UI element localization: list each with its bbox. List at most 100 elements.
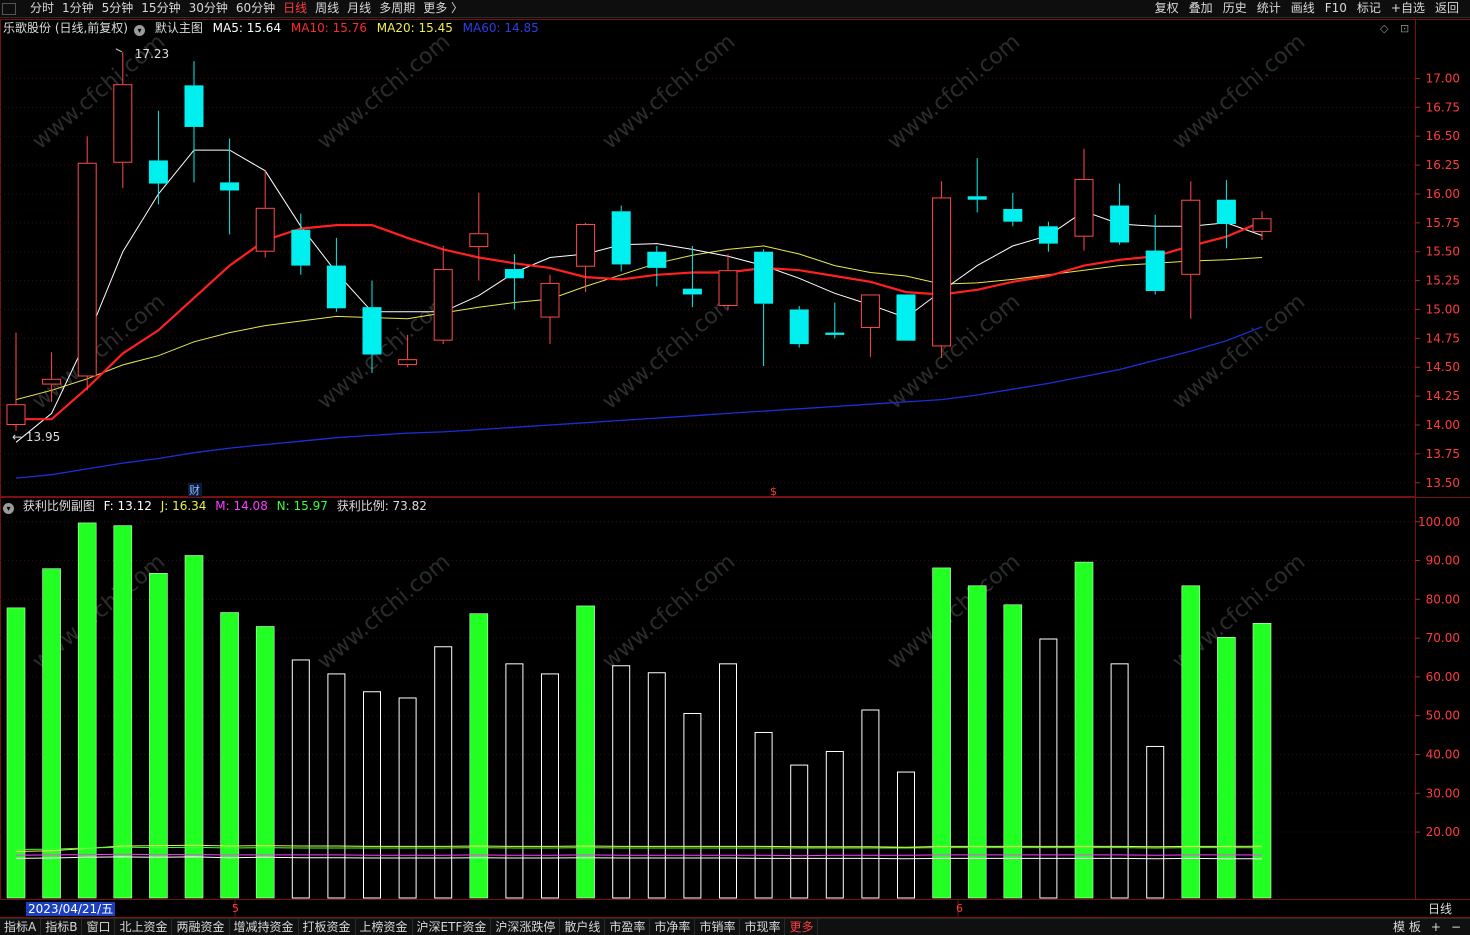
ma60-value: MA60: 14.85 [462, 21, 539, 35]
tool-button[interactable]: 标记 [1352, 0, 1386, 18]
period-tab[interactable]: 1分钟 [58, 0, 98, 18]
profit-bar [77, 522, 97, 899]
period-tab[interactable]: 多周期 [375, 0, 419, 18]
low-price-marker: ← 13.95 [12, 430, 60, 444]
tool-button[interactable]: 叠加 [1184, 0, 1218, 18]
profit-bar [1003, 604, 1023, 899]
tool-button[interactable]: 历史 [1218, 0, 1252, 18]
panel-grip-icon[interactable] [2, 3, 16, 15]
profit-bar [113, 525, 133, 899]
price-axis-label: 15.25 [1426, 274, 1460, 288]
candle-body-down [184, 85, 204, 127]
indicator-tab[interactable]: 两融资金 [172, 919, 230, 935]
candle-body-down [1038, 226, 1058, 244]
candle-body-up [113, 84, 133, 163]
candle-body-down [967, 196, 987, 200]
indicator-tab[interactable]: 市销率 [695, 919, 741, 935]
stock-title[interactable]: 乐歌股份 (日线,前复权) [3, 21, 128, 35]
profit-bar [6, 607, 26, 899]
price-axis-label: 16.75 [1426, 100, 1460, 114]
period-tab[interactable]: 5分钟 [98, 0, 138, 18]
indicator-tab[interactable]: 散户线 [560, 919, 606, 935]
tool-button[interactable]: +自选 [1386, 0, 1430, 18]
indicator-tab[interactable]: 市现率 [740, 919, 786, 935]
diamond-icon[interactable]: ◇ [1380, 22, 1388, 35]
indicator-tab[interactable]: 市盈率 [605, 919, 651, 935]
tool-button[interactable]: 画线 [1286, 0, 1320, 18]
period-tab[interactable]: 更多 〉 [419, 0, 467, 18]
high-arrow-icon [115, 48, 123, 53]
chart-corner-icons: ◇ ⊡ [1380, 22, 1417, 35]
indicator-tab[interactable]: 更多 [785, 919, 819, 935]
price-axis-label: 13.50 [1426, 476, 1460, 490]
candle-body-up [6, 404, 26, 425]
period-tabs: 分时 1分钟 5分钟 15分钟 30分钟 60分钟 日线 周线 月线 多周期 更多 〉 [26, 0, 467, 18]
candle-body-up [1252, 218, 1272, 233]
indicator-tab[interactable]: 打板资金 [299, 919, 356, 935]
profit-ratio-value: 获利比例: 73.82 [336, 499, 427, 513]
window-icon[interactable]: ⊡ [1400, 22, 1409, 35]
candle-body-up [77, 162, 97, 377]
candle-body-down [682, 288, 702, 295]
price-axis-label: 15.75 [1426, 216, 1460, 230]
candle-body-down [647, 251, 667, 268]
candle-body-down [220, 182, 240, 191]
template-label[interactable]: 默认主图 [155, 21, 203, 35]
ratio-axis-label: 30.00 [1426, 786, 1460, 800]
profit-bar [612, 665, 631, 899]
candle-body-down [896, 294, 916, 341]
sub-template-icon[interactable]: ▾ [3, 503, 14, 514]
indicator-tab[interactable]: 北上资金 [115, 919, 173, 935]
period-tab[interactable]: 月线 [343, 0, 375, 18]
template-icon[interactable]: ▾ [134, 25, 145, 36]
sub-chart-title[interactable]: 获利比例副图 [23, 499, 95, 513]
profit-bar [1110, 663, 1129, 899]
candle-body-down [291, 229, 311, 266]
period-tab[interactable]: 分时 [26, 0, 58, 18]
indicator-tab[interactable]: 指标B [41, 919, 83, 935]
chart-tools: 复权 叠加 历史 统计 画线 F10 标记 +自选 返回 [1150, 0, 1464, 18]
bottom-tool-button[interactable]: − [1446, 919, 1466, 935]
bottom-tool-button[interactable]: + [1426, 919, 1446, 935]
profit-bar [1039, 638, 1058, 899]
tool-button[interactable]: F10 [1320, 0, 1352, 18]
period-tab[interactable]: 周线 [311, 0, 343, 18]
ratio-axis-label: 70.00 [1426, 631, 1460, 645]
tool-button[interactable]: 返回 [1430, 0, 1464, 18]
tool-button[interactable]: 统计 [1252, 0, 1286, 18]
n-value: N: 15.97 [276, 499, 328, 513]
indicator-tab[interactable]: 窗口 [82, 919, 116, 935]
period-tab[interactable]: 30分钟 [185, 0, 232, 18]
indicator-tab[interactable]: 市净率 [650, 919, 696, 935]
price-axis-label: 17.00 [1426, 71, 1460, 85]
price-axis-label: 14.00 [1426, 418, 1460, 432]
candle-body-up [398, 359, 418, 365]
indicator-tab[interactable]: 上榜资金 [356, 919, 413, 935]
j-value: J: 16.34 [160, 499, 207, 513]
bottom-tool-button[interactable]: 模 板 [1388, 919, 1426, 935]
watermark-text: www.cfchi.com [313, 549, 455, 674]
indicator-tab[interactable]: 沪深ETF资金 [413, 919, 492, 935]
profit-bar [683, 712, 702, 899]
indicator-tab[interactable]: 增减持资金 [230, 919, 299, 935]
sub-chart-header: ▾ 获利比例副图 F: 13.12 J: 16.34 M: 14.08 N: 1… [3, 498, 432, 514]
tool-button[interactable]: 复权 [1150, 0, 1184, 18]
profit-bar [861, 709, 880, 899]
main-chart-header: 乐歌股份 (日线,前复权) ▾ 默认主图 MA5: 15.64 MA10: 15.… [3, 20, 545, 36]
period-tab[interactable]: 60分钟 [232, 0, 279, 18]
sub-panel-frame [0, 497, 1416, 900]
indicator-tab[interactable]: 沪深涨跌停 [491, 919, 561, 935]
indicator-tab[interactable]: 指标A [0, 919, 42, 935]
chart-canvas[interactable]: www.cfchi.com www.cfchi.com www.cfchi.com w… [0, 0, 1470, 935]
price-axis-label: 16.25 [1426, 158, 1460, 172]
period-tab[interactable]: 15分钟 [137, 0, 184, 18]
period-tab[interactable]: 日线 [279, 0, 311, 18]
candle-body-up [932, 197, 952, 347]
profit-bar [184, 555, 204, 899]
profit-bar [327, 673, 346, 899]
ratio-axis-label: 20.00 [1426, 825, 1460, 839]
top-toolbar: 分时 1分钟 5分钟 15分钟 30分钟 60分钟 日线 周线 月线 多周期 更多 〉 复权 叠加 历史… [0, 0, 1470, 18]
watermark-text: www.cfchi.com [313, 29, 455, 154]
profit-bar [576, 605, 595, 899]
candle-body-up [469, 233, 489, 248]
